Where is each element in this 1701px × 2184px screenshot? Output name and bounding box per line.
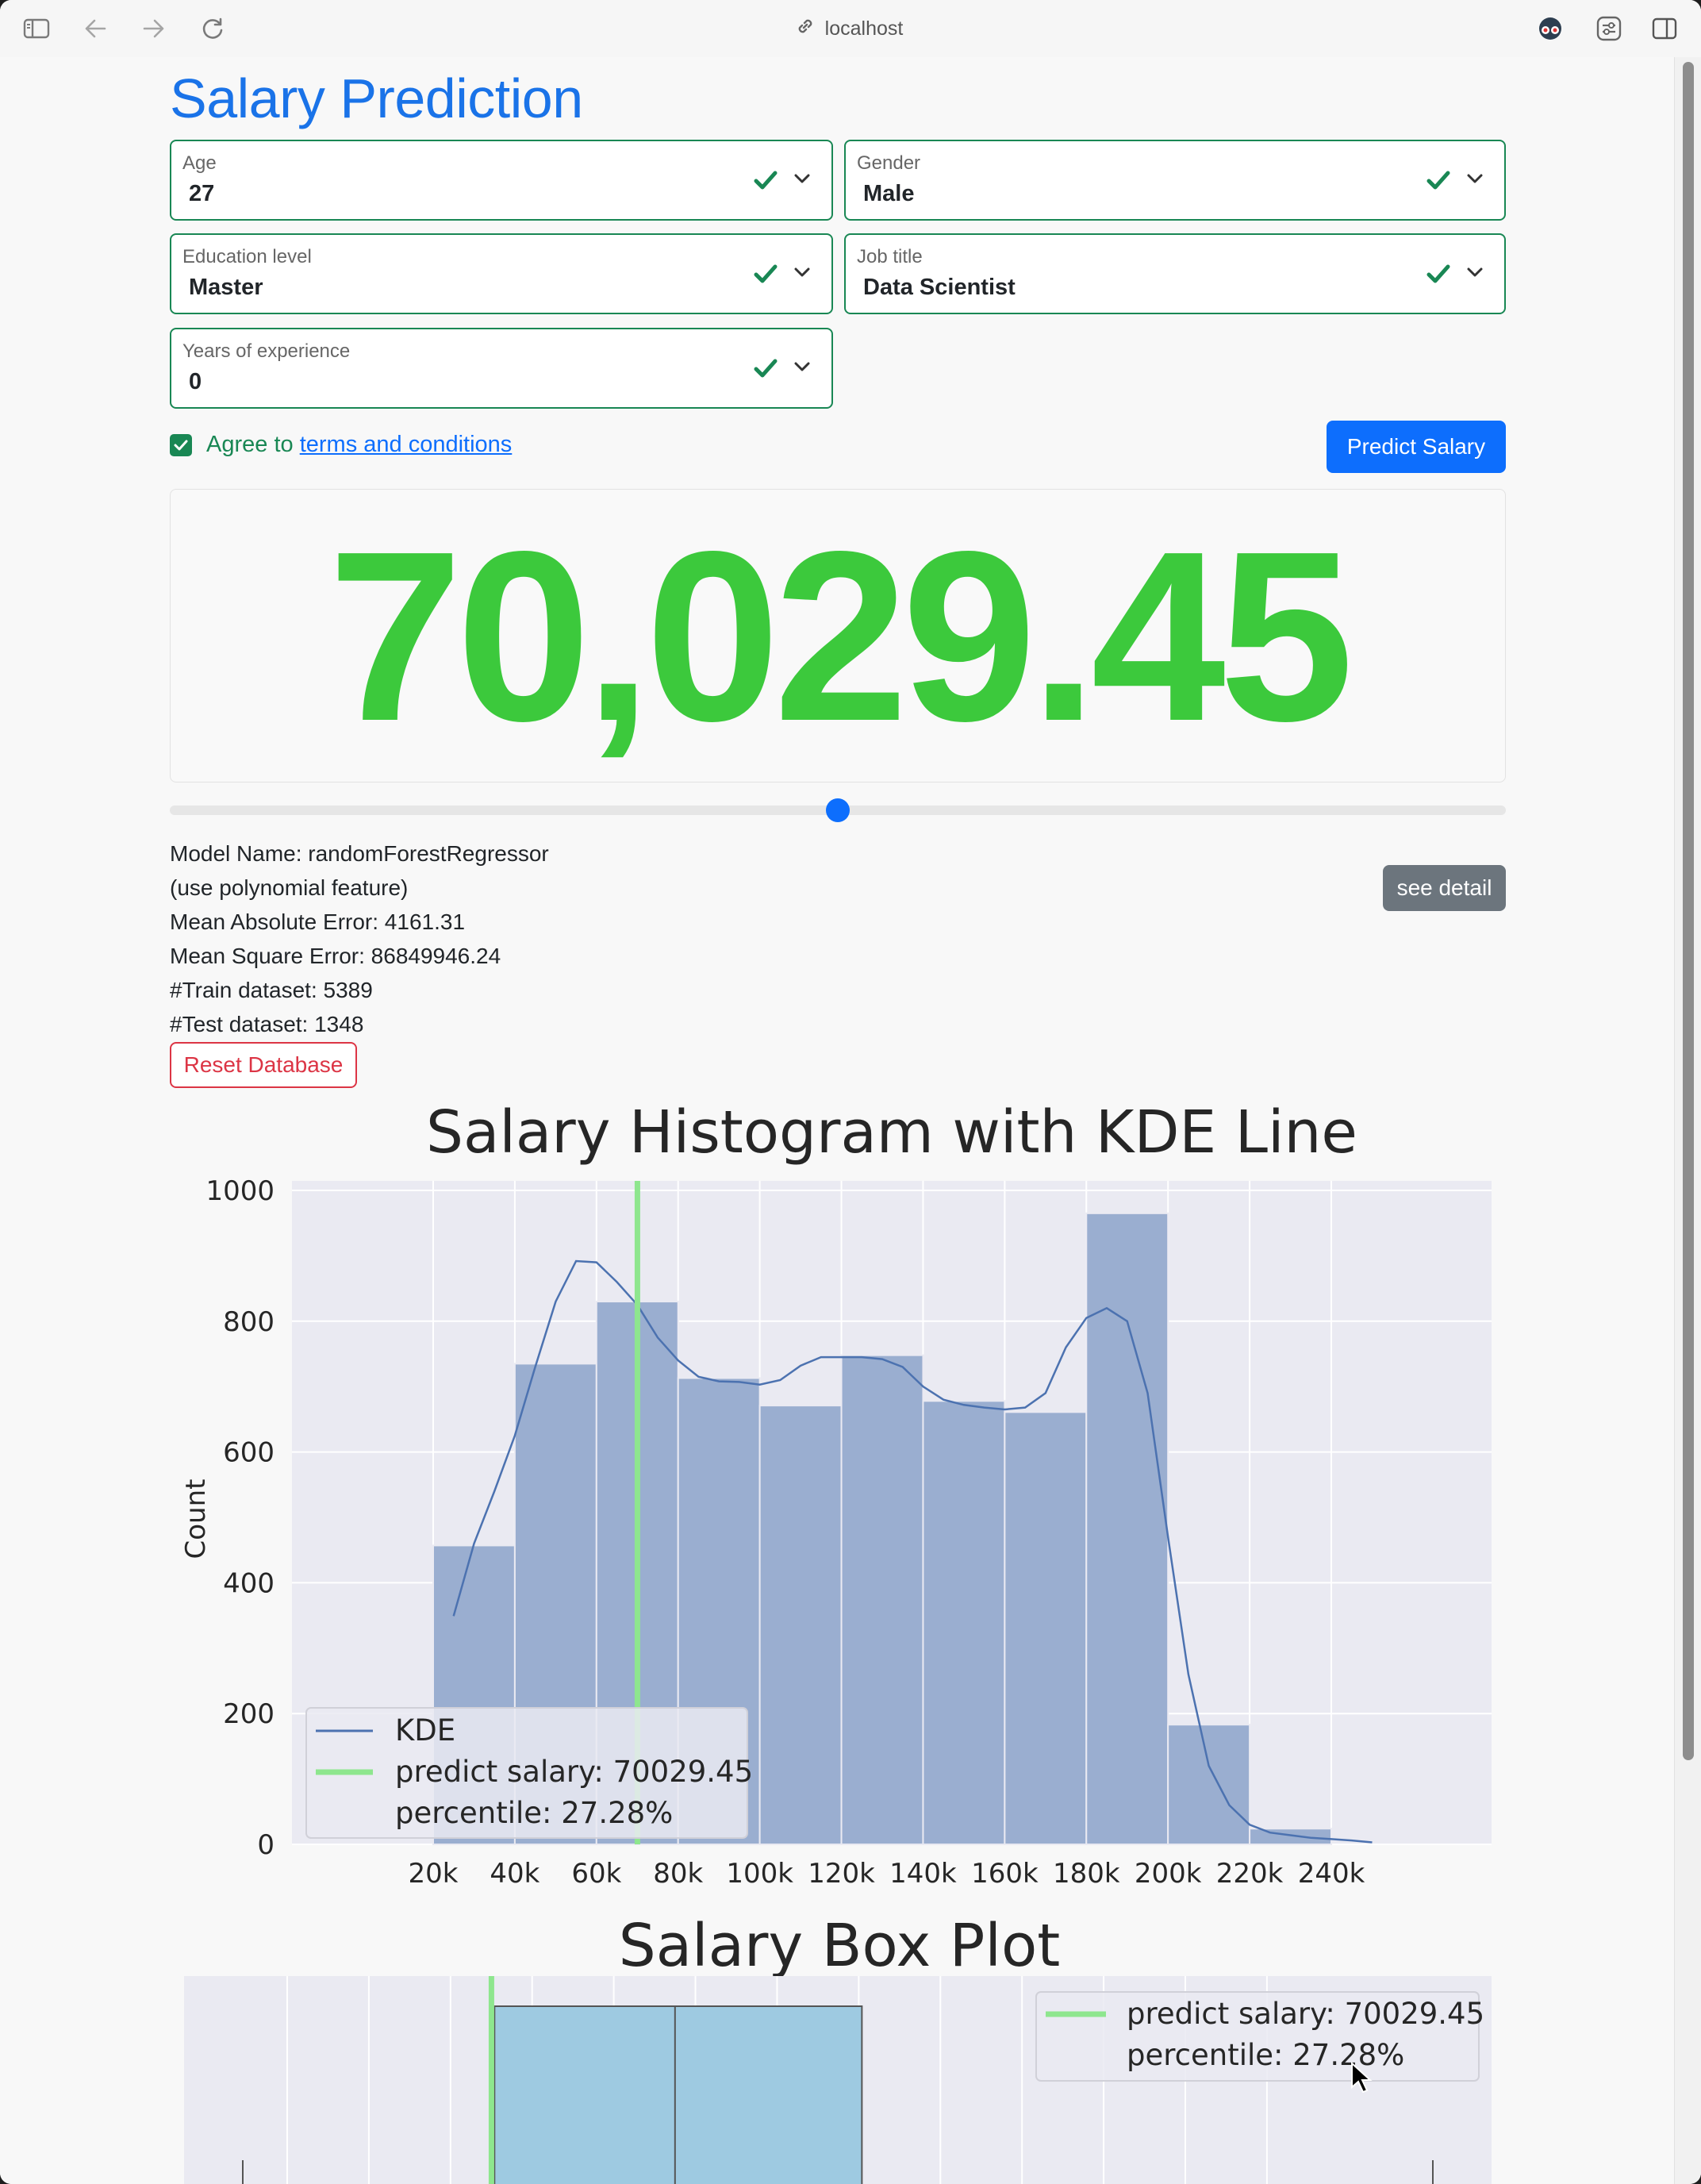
histogram-y-label: Count (180, 1479, 212, 1559)
legend-predict-salary: predict salary: 70029.45 (395, 1755, 753, 1789)
histogram-bar (1249, 1828, 1333, 1846)
histogram-x-tick: 80k (653, 1858, 703, 1890)
histogram-x-tick: 200k (1135, 1858, 1202, 1890)
histogram-x-tick: 120k (808, 1858, 875, 1890)
histogram-y-tick: 200 (223, 1698, 275, 1730)
link-icon (795, 16, 816, 42)
page-content: Salary Prediction Age 27 Gender Male Edu… (0, 57, 1674, 2184)
histogram-legend: KDE predict salary: 70029.45 percentile:… (305, 1707, 753, 1839)
scrollbar-thumb[interactable] (1683, 62, 1694, 1760)
histogram-bar (1167, 1724, 1251, 1846)
histogram-x-tick: 140k (889, 1858, 957, 1890)
boxplot-legend: predict salary: 70029.45 percentile: 27.… (1035, 1991, 1484, 2082)
histogram-x-tick: 240k (1298, 1858, 1365, 1890)
histogram-y-tick: 0 (257, 1829, 275, 1861)
histogram-y-tick: 1000 (205, 1175, 275, 1207)
box-iqr (493, 2005, 863, 2184)
histogram-y-tick: 800 (223, 1306, 275, 1338)
histogram-y-tick: 400 (223, 1567, 275, 1599)
histogram-x-tick: 40k (490, 1858, 539, 1890)
address-bar[interactable]: localhost (762, 14, 936, 43)
browser-window: localhost Salary Prediction Age 27 Gende… (0, 0, 1701, 2184)
histogram-y-tick: 600 (223, 1437, 275, 1469)
histogram-bar (1004, 1411, 1088, 1846)
salary-histogram-chart: Salary Histogram with KDE Line 0 200 400 60… (180, 1098, 1492, 2184)
sidebar-toggle-icon[interactable] (21, 13, 52, 44)
back-arrow-icon[interactable] (79, 13, 111, 44)
settings-sliders-icon[interactable] (1593, 13, 1625, 44)
histogram-x-tick: 180k (1053, 1858, 1120, 1890)
histogram-x-tick: 60k (571, 1858, 621, 1890)
histogram-bar (922, 1400, 1006, 1845)
boxplot-title: Salary Box Plot (619, 1912, 1061, 1980)
histogram-x-tick: 220k (1216, 1858, 1284, 1890)
histogram-x-tick: 20k (409, 1858, 459, 1890)
mouse-cursor-icon (1351, 2062, 1373, 2094)
legend-percentile: percentile: 27.28% (395, 1796, 673, 1830)
histogram-bar (1085, 1212, 1169, 1845)
histogram-title: Salary Histogram with KDE Line (426, 1098, 1357, 1167)
legend-kde: KDE (395, 1713, 455, 1748)
histogram-x-tick: 100k (726, 1858, 793, 1890)
histogram-bar (758, 1405, 843, 1845)
histogram-bar (840, 1354, 924, 1845)
histogram-x-tick: 160k (971, 1858, 1039, 1890)
reload-icon[interactable] (197, 13, 228, 44)
page-scrollbar[interactable] (1674, 57, 1701, 2184)
forward-arrow-icon[interactable] (138, 13, 170, 44)
browser-toolbar: localhost (0, 0, 1701, 58)
box-legend-predict-salary: predict salary: 70029.45 (1127, 1997, 1484, 2031)
address-text: localhost (824, 17, 904, 40)
split-view-icon[interactable] (1649, 13, 1680, 44)
extension-icon[interactable] (1534, 13, 1566, 44)
